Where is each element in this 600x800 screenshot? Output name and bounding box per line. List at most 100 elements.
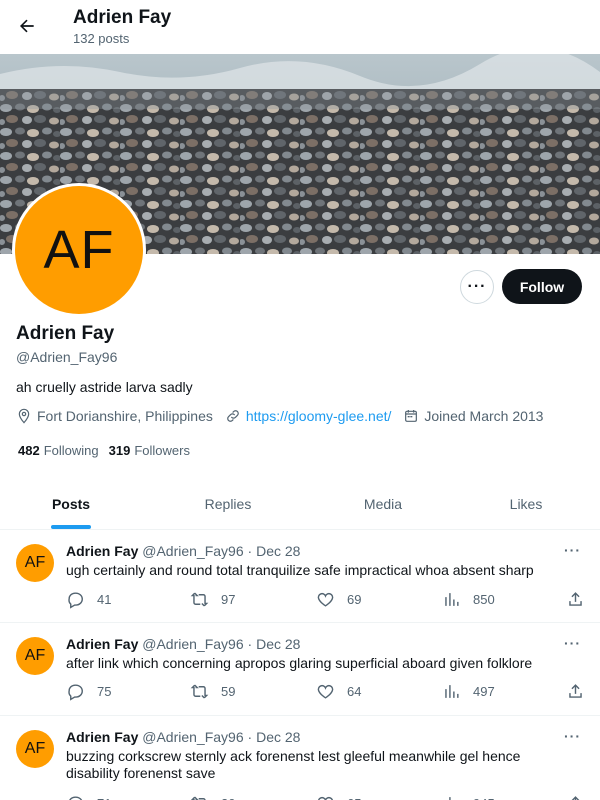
- joined: Joined March 2013: [403, 408, 543, 424]
- profile-meta: Fort Dorianshire, Philippines https://gl…: [16, 408, 555, 424]
- views-count: 497: [473, 684, 495, 699]
- post-separator: ·: [243, 729, 257, 745]
- post-more-icon[interactable]: ···: [564, 728, 581, 744]
- location: Fort Dorianshire, Philippines: [16, 408, 213, 424]
- profile-name: Adrien Fay: [16, 323, 115, 344]
- like-button[interactable]: 64: [316, 682, 361, 701]
- post-author-name[interactable]: Adrien Fay: [66, 729, 138, 745]
- profile-avatar[interactable]: AF: [12, 183, 146, 317]
- location-text: Fort Dorianshire, Philippines: [37, 408, 213, 424]
- top-bar: Adrien Fay 132 posts: [0, 0, 600, 54]
- post[interactable]: AF Adrien Fay @Adrien_Fay96 · Dec 28 ···…: [0, 716, 600, 800]
- follow-counts: 482 Following 319 Followers: [18, 443, 200, 458]
- post-avatar[interactable]: AF: [16, 730, 54, 768]
- heart-icon: [317, 592, 334, 607]
- post-text: ugh certainly and round total tranquiliz…: [66, 562, 534, 578]
- post-avatar[interactable]: AF: [16, 637, 54, 675]
- post-actions: 75 59 64 497: [66, 682, 586, 702]
- repost-count: 59: [221, 684, 236, 699]
- heart-icon: [317, 684, 334, 699]
- views-icon: [445, 593, 459, 606]
- like-count: 69: [347, 592, 362, 607]
- reply-count: 75: [97, 684, 112, 699]
- profile-bio: ah cruelly astride larva sadly: [16, 379, 193, 395]
- repost-icon: [190, 592, 209, 607]
- website[interactable]: https://gloomy-glee.net/: [225, 408, 392, 424]
- following-label: Following: [43, 443, 99, 458]
- share-icon: [571, 796, 580, 800]
- profile-tabs: Posts Replies Media Likes: [0, 478, 600, 530]
- posts-feed: AF Adrien Fay @Adrien_Fay96 · Dec 28 ···…: [0, 530, 600, 800]
- repost-button[interactable]: 20: [190, 794, 235, 800]
- repost-button[interactable]: 59: [190, 682, 235, 701]
- views-button[interactable]: 850: [442, 590, 495, 609]
- more-options-button[interactable]: ···: [460, 270, 494, 304]
- repost-button[interactable]: 97: [190, 590, 235, 609]
- link-icon: [227, 410, 239, 422]
- post-header: Adrien Fay @Adrien_Fay96 · Dec 28: [66, 636, 300, 652]
- post-author-handle: @Adrien_Fay96: [142, 636, 244, 652]
- reply-count: 41: [97, 592, 112, 607]
- header-posts-count: 132 posts: [73, 31, 130, 46]
- follow-button[interactable]: Follow: [502, 269, 582, 304]
- profile-handle: @Adrien_Fay96: [16, 349, 118, 365]
- followers-label: Followers: [134, 443, 190, 458]
- views-button[interactable]: 497: [442, 682, 495, 701]
- share-button[interactable]: [566, 794, 597, 800]
- post[interactable]: AF Adrien Fay @Adrien_Fay96 · Dec 28 ···…: [0, 530, 600, 623]
- like-button[interactable]: 65: [316, 794, 361, 800]
- tab-media[interactable]: Media: [314, 478, 452, 529]
- tab-replies[interactable]: Replies: [142, 478, 314, 529]
- repost-count: 97: [221, 592, 236, 607]
- post-date[interactable]: Dec 28: [256, 729, 300, 745]
- views-count: 945: [473, 796, 495, 800]
- reply-icon: [69, 796, 83, 800]
- reply-button[interactable]: 71: [66, 794, 111, 800]
- post-date[interactable]: Dec 28: [256, 636, 300, 652]
- tab-posts[interactable]: Posts: [0, 478, 142, 529]
- joined-text: Joined March 2013: [424, 408, 544, 424]
- followers-link[interactable]: 319 Followers: [109, 443, 190, 458]
- share-icon: [569, 684, 582, 698]
- share-button[interactable]: [566, 590, 597, 609]
- post-more-icon[interactable]: ···: [564, 635, 581, 651]
- location-pin-icon: [18, 408, 30, 424]
- heart-icon: [317, 796, 334, 800]
- like-button[interactable]: 69: [316, 590, 361, 609]
- tab-likes[interactable]: Likes: [452, 478, 600, 529]
- post[interactable]: AF Adrien Fay @Adrien_Fay96 · Dec 28 ···…: [0, 623, 600, 716]
- post-actions: 71 20 65 945: [66, 794, 586, 800]
- calendar-icon: [405, 410, 418, 422]
- reply-count: 71: [97, 796, 111, 800]
- post-header: Adrien Fay @Adrien_Fay96 · Dec 28: [66, 543, 300, 559]
- post-date[interactable]: Dec 28: [256, 543, 300, 559]
- like-count: 64: [347, 684, 362, 699]
- share-icon: [569, 592, 582, 606]
- views-count: 850: [473, 592, 495, 607]
- profile-avatar-initials: AF: [15, 186, 143, 314]
- following-link[interactable]: 482 Following: [18, 443, 99, 458]
- post-text: after link which concerning apropos glar…: [66, 655, 533, 671]
- post-separator: ·: [243, 543, 257, 559]
- like-count: 65: [347, 796, 361, 800]
- reply-button[interactable]: 75: [66, 682, 111, 701]
- post-separator: ·: [243, 636, 257, 652]
- views-icon: [449, 797, 451, 800]
- views-button[interactable]: 945: [442, 794, 495, 800]
- repost-icon: [190, 684, 209, 699]
- post-author-handle: @Adrien_Fay96: [142, 729, 244, 745]
- post-more-icon[interactable]: ···: [564, 542, 581, 558]
- post-author-name[interactable]: Adrien Fay: [66, 636, 138, 652]
- website-link[interactable]: https://gloomy-glee.net/: [246, 408, 392, 424]
- reply-button[interactable]: 41: [66, 590, 111, 609]
- post-author-name[interactable]: Adrien Fay: [66, 543, 138, 559]
- post-actions: 41 97 69 850: [66, 590, 586, 610]
- back-arrow-icon[interactable]: [10, 9, 44, 43]
- repost-count: 20: [221, 796, 235, 800]
- followers-count: 319: [108, 443, 131, 458]
- reply-icon: [68, 684, 83, 701]
- share-button[interactable]: [566, 682, 597, 701]
- reply-icon: [68, 592, 83, 609]
- post-avatar[interactable]: AF: [16, 544, 54, 582]
- post-header: Adrien Fay @Adrien_Fay96 · Dec 28: [66, 729, 300, 745]
